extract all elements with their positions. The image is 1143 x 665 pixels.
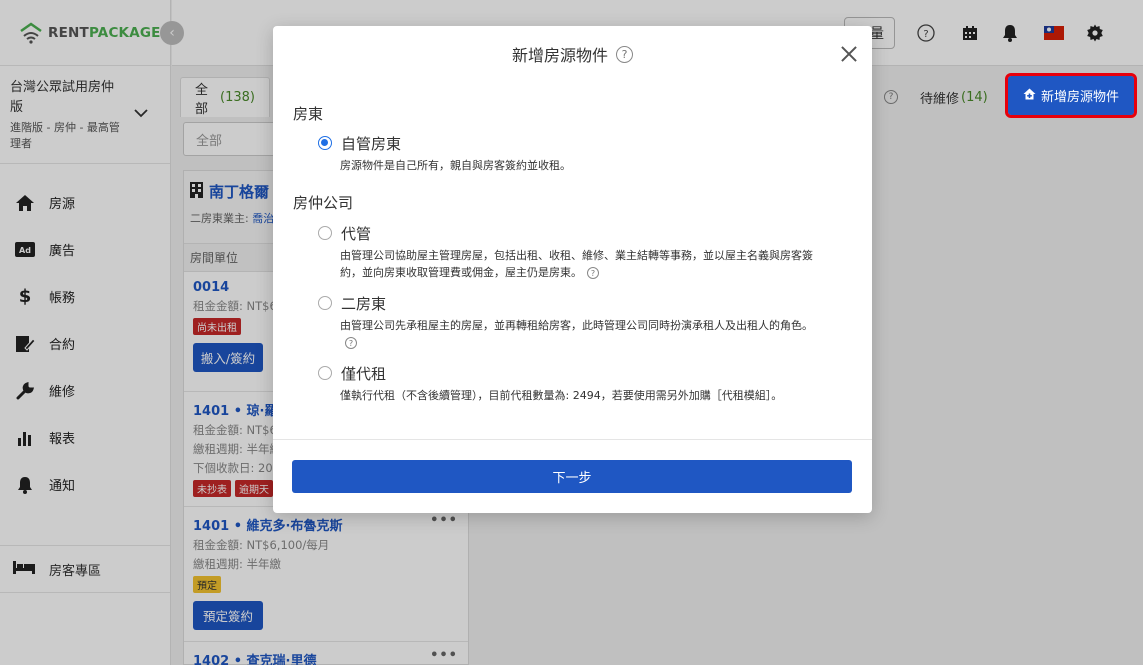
radio-rent-only[interactable] — [318, 366, 332, 380]
add-property-modal: 新增房源物件 ? 房東 自管房東 房源物件是自己所有，親自與房客簽約並收租。 房… — [273, 26, 872, 513]
add-property-label: 新增房源物件 — [1040, 90, 1119, 105]
next-step-button[interactable]: 下一步 — [292, 460, 852, 493]
help-icon[interactable]: ? — [587, 267, 599, 279]
option-label: 自管房東 — [341, 134, 402, 153]
modal-divider — [273, 439, 872, 440]
option-description: 由管理公司先承租屋主的房屋，並再轉租給房客，此時管理公司同時扮演承租人及出租人的… — [340, 319, 813, 332]
help-icon[interactable]: ? — [616, 45, 633, 63]
option-description: 房源物件是自己所有，親自與房客簽約並收租。 — [340, 159, 571, 172]
option-description: 由管理公司協助屋主管理房屋，包括出租、收租、維修、業主結轉等事務，並以屋主名義與… — [340, 249, 813, 279]
option-managed[interactable]: 代管 由管理公司協助屋主管理房屋，包括出租、收租、維修、業主結轉等事務，並以屋主… — [318, 223, 828, 281]
group-label-landlord: 房東 — [293, 105, 324, 123]
add-property-button[interactable]: 新增房源物件 — [1005, 73, 1137, 118]
help-icon[interactable]: ? — [345, 337, 357, 349]
radio-sublandlord[interactable] — [318, 296, 332, 310]
close-icon[interactable] — [839, 44, 859, 64]
radio-managed[interactable] — [318, 226, 332, 240]
option-description: 僅執行代租（不含後續管理），目前代租數量為: 2494，若要使用需另外加購［代租… — [340, 389, 783, 402]
option-rent-only[interactable]: 僅代租 僅執行代租（不含後續管理），目前代租數量為: 2494，若要使用需另外加… — [318, 363, 828, 404]
option-label: 代管 — [341, 224, 372, 243]
modal-title-row: 新增房源物件 ? — [273, 42, 872, 66]
option-label: 二房東 — [341, 294, 387, 313]
option-sublandlord[interactable]: 二房東 由管理公司先承租屋主的房屋，並再轉租給房客，此時管理公司同時扮演承租人及… — [318, 293, 828, 351]
option-self-managed[interactable]: 自管房東 房源物件是自己所有，親自與房客簽約並收租。 — [318, 133, 828, 174]
group-label-agency: 房仲公司 — [293, 194, 354, 212]
radio-self-managed[interactable] — [318, 136, 332, 150]
modal-title: 新增房源物件 — [511, 46, 608, 65]
option-label: 僅代租 — [341, 364, 387, 383]
house-plus-icon — [1023, 88, 1036, 103]
